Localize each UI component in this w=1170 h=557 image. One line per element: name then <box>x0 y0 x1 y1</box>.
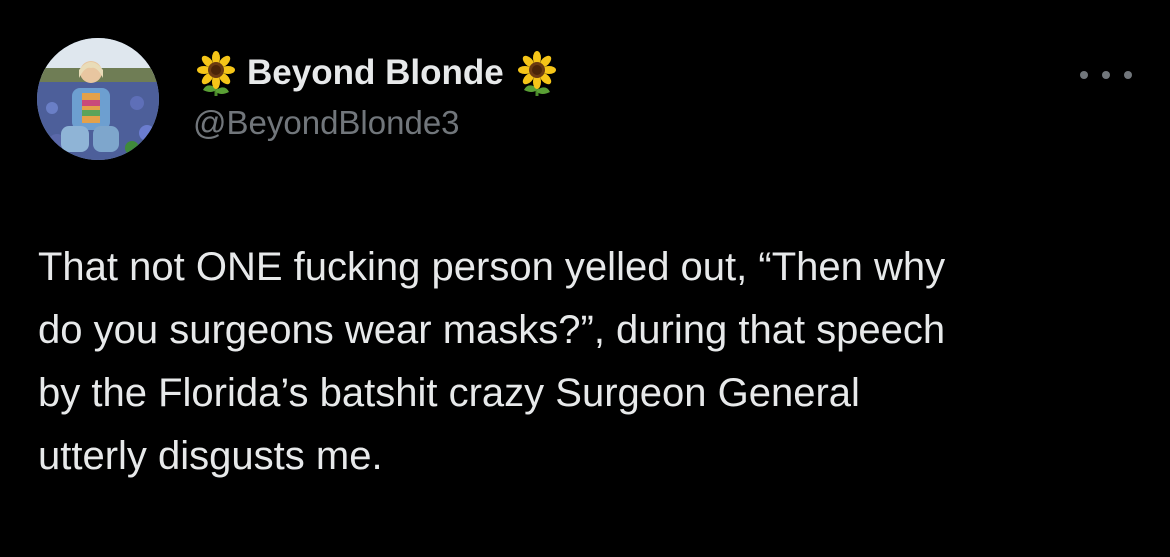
avatar-photo <box>37 38 159 160</box>
dot-icon <box>1080 71 1088 79</box>
author-name-row[interactable]: Beyond Blonde <box>193 50 560 96</box>
user-handle[interactable]: @BeyondBlonde3 <box>193 104 560 142</box>
dot-icon <box>1124 71 1132 79</box>
tweet-text-line: That not ONE fucking person yelled out, … <box>38 245 946 289</box>
sunflower-icon <box>514 50 560 96</box>
tweet-header: Beyond Blonde @BeyondBlonde3 <box>193 50 560 142</box>
tweet-text-line: utterly disgusts me. <box>38 434 383 478</box>
tweet-text: That not ONE fucking person yelled out, … <box>38 236 1138 488</box>
dot-icon <box>1102 71 1110 79</box>
tweet-text-line: do you surgeons wear masks?”, during tha… <box>38 308 946 352</box>
more-options-icon[interactable] <box>1080 60 1132 90</box>
sunflower-icon <box>193 50 239 96</box>
tweet-text-line: by the Florida’s batshit crazy Surgeon G… <box>38 371 860 415</box>
tweet-card: Beyond Blonde @BeyondBlonde3 That not ON… <box>0 0 1170 557</box>
avatar[interactable] <box>37 38 159 160</box>
display-name[interactable]: Beyond Blonde <box>247 53 504 93</box>
